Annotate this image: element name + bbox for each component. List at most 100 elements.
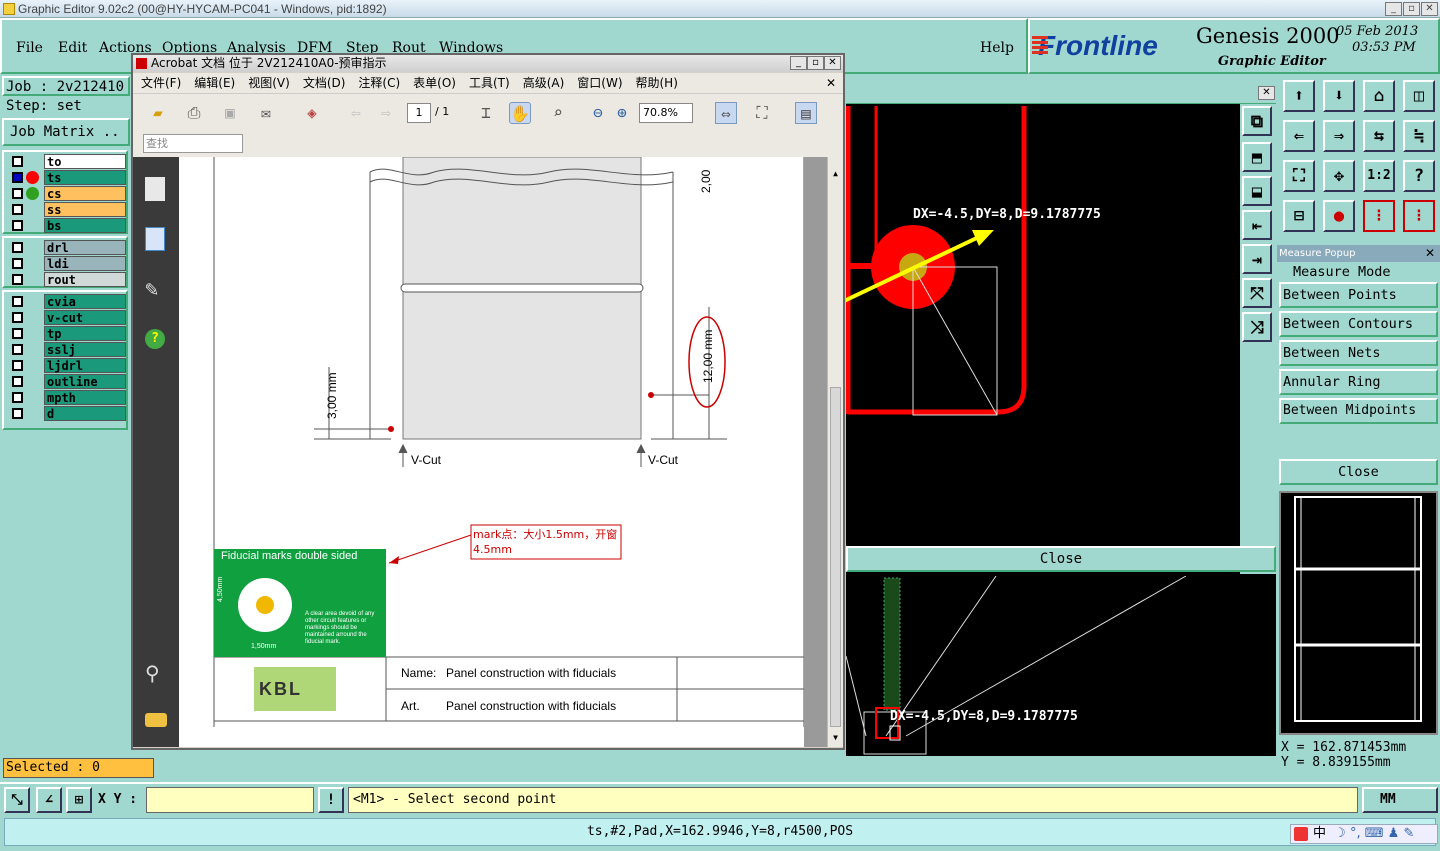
layer-name[interactable]: ljdrl — [44, 358, 126, 373]
layer-checkbox[interactable] — [12, 172, 23, 183]
scale-1-2-icon[interactable]: 1:2 — [1363, 160, 1395, 192]
tool-icon-r2c1[interactable]: ⇐ — [1283, 120, 1315, 152]
home-icon[interactable]: ⌂ — [1363, 80, 1395, 112]
job-field[interactable]: Job : 2v212410 — [2, 76, 130, 96]
acrobat-menu-item[interactable]: 窗口(W) — [577, 76, 622, 90]
pdf-vertical-scrollbar[interactable]: ▲ ▼ — [827, 157, 843, 747]
save-icon[interactable]: ▣ — [219, 102, 241, 124]
layer-row-cs[interactable]: cs — [6, 186, 126, 201]
layer-name[interactable]: d — [44, 406, 126, 421]
measure-active-icon[interactable]: ⁝ — [1403, 200, 1435, 232]
view-tool-icon-3[interactable]: ⬓ — [1242, 176, 1272, 206]
layer-checkbox[interactable] — [12, 328, 23, 339]
measure-annular-ring[interactable]: Annular Ring — [1279, 369, 1438, 395]
page-number-input[interactable]: 1 — [407, 103, 431, 123]
layer-row-bs[interactable]: bs — [6, 218, 126, 233]
minimize-button[interactable]: _ — [1385, 2, 1402, 16]
zoom-out-icon[interactable]: ⊖ — [587, 102, 609, 124]
acrobat-menu-item[interactable]: 工具(T) — [469, 76, 510, 90]
print-icon[interactable]: ⎙ — [183, 102, 205, 124]
measure-popup-close-icon[interactable]: ✕ — [1425, 246, 1435, 260]
layer-name[interactable]: outline — [44, 374, 126, 389]
acrobat-menu-item[interactable]: 帮助(H) — [636, 76, 678, 90]
layer-name[interactable]: v-cut — [44, 310, 126, 325]
view-tool-icon-5[interactable]: ⇥ — [1242, 244, 1272, 274]
measure-popup-close-button[interactable]: Close — [1279, 459, 1438, 485]
view-tool-icon-7[interactable]: ⤨ — [1242, 312, 1272, 342]
pad-icon[interactable]: ● — [1323, 200, 1355, 232]
layer-checkbox[interactable] — [12, 220, 23, 231]
acrobat-menu-item[interactable]: 文件(F) — [141, 76, 181, 90]
acrobat-menu-item[interactable]: 视图(V) — [248, 76, 290, 90]
layer-name[interactable]: rout — [44, 272, 126, 287]
zoom-fit-icon[interactable]: ⛶ — [1283, 160, 1315, 192]
layer-row-rout[interactable]: rout — [6, 272, 126, 287]
layer-name[interactable]: cs — [44, 186, 126, 201]
view-tool-icon-4[interactable]: ⇤ — [1242, 210, 1272, 240]
layer-row-ts[interactable]: ts — [6, 170, 126, 185]
menu-help[interactable]: Help — [980, 40, 1014, 56]
layer-row-sslj[interactable]: sslj — [6, 342, 126, 357]
layer-row-ss[interactable]: ss — [6, 202, 126, 217]
zoom-center-icon[interactable]: ✥ — [1323, 160, 1355, 192]
layer-name[interactable]: tp — [44, 326, 126, 341]
layer-row-v-cut[interactable]: v-cut — [6, 310, 126, 325]
signatures-panel-icon[interactable]: ✎ — [145, 277, 158, 302]
measure-between-points[interactable]: Between Points — [1279, 282, 1438, 308]
layer-row-ljdrl[interactable]: ljdrl — [6, 358, 126, 373]
measure-between-nets[interactable]: Between Nets — [1279, 340, 1438, 366]
fit-width-icon[interactable]: ⇔ — [715, 102, 737, 124]
layer-checkbox[interactable] — [12, 296, 23, 307]
panel-minimap[interactable] — [1279, 491, 1438, 735]
acrobat-close[interactable]: ✕ — [824, 56, 841, 70]
layer-checkbox[interactable] — [12, 242, 23, 253]
maximize-button[interactable]: ▫ — [1403, 2, 1420, 16]
scroll-down-icon[interactable]: ▼ — [829, 733, 842, 745]
graphic-view[interactable]: ✕ DX=-4.5,DY=8,D=9.1787775 ⧉ ⬒ ⬓ ⇤ ⇥ ⤧ ⤨ — [846, 84, 1276, 576]
layer-checkbox[interactable] — [12, 344, 23, 355]
layer-name[interactable]: cvia — [44, 294, 126, 309]
layer-row-d[interactable]: d — [6, 406, 126, 421]
layer-checkbox[interactable] — [12, 204, 23, 215]
select-tool-icon[interactable]: ⌶ — [475, 102, 497, 124]
tool-icon-r1c2[interactable]: ⬇ — [1323, 80, 1355, 112]
acrobat-menu-item[interactable]: 编辑(E) — [194, 76, 235, 90]
close-button[interactable]: ✕ — [1421, 2, 1438, 16]
pages-panel-icon[interactable] — [145, 177, 165, 201]
query-icon[interactable]: ? — [1403, 160, 1435, 192]
layer-checkbox[interactable] — [12, 188, 23, 199]
view-close-button[interactable]: ✕ — [1258, 86, 1275, 100]
layer-name[interactable]: ts — [44, 170, 126, 185]
acrobat-menu-item[interactable]: 表单(O) — [413, 76, 456, 90]
tool-icon-r2c4[interactable]: ≒ — [1403, 120, 1435, 152]
view-tool-icon-2[interactable]: ⬒ — [1242, 142, 1272, 172]
layer-checkbox[interactable] — [12, 392, 23, 403]
layer-name[interactable]: drl — [44, 240, 126, 255]
acrobat-maximize[interactable]: ▫ — [807, 56, 824, 70]
layer-name[interactable]: mpth — [44, 390, 126, 405]
menu-file[interactable]: File — [16, 40, 43, 56]
xy-input[interactable] — [146, 787, 314, 813]
hand-tool-icon[interactable]: ✋ — [509, 102, 531, 124]
scroll-thumb[interactable] — [830, 387, 841, 727]
tray-settings-icon[interactable]: ✎ — [1403, 826, 1414, 841]
prev-page-icon[interactable]: ⇦ — [345, 102, 367, 124]
open-icon[interactable]: ▰ — [147, 102, 169, 124]
snap-icon[interactable]: ⤡ — [4, 787, 30, 813]
bookmarks-panel-icon[interactable] — [145, 227, 165, 251]
layer-name[interactable]: sslj — [44, 342, 126, 357]
layer-checkbox[interactable] — [12, 312, 23, 323]
comments-panel-icon[interactable] — [145, 713, 167, 727]
tool-icon-r2c2[interactable]: ⇒ — [1323, 120, 1355, 152]
view-tool-icon-6[interactable]: ⤧ — [1242, 278, 1272, 308]
create-pdf-icon[interactable]: ◈ — [301, 102, 323, 124]
acrobat-menu-item[interactable]: 注释(C) — [358, 76, 400, 90]
tool-icon-r1c1[interactable]: ⬆ — [1283, 80, 1315, 112]
layer-name[interactable]: to — [44, 154, 126, 169]
tray-moon-icon[interactable]: ☽ — [1334, 826, 1346, 841]
measure-icon[interactable]: ⁝ — [1363, 200, 1395, 232]
angle-icon[interactable]: ∠ — [36, 787, 62, 813]
layer-name[interactable]: ldi — [44, 256, 126, 271]
layer-name[interactable]: bs — [44, 218, 126, 233]
layer-checkbox[interactable] — [12, 258, 23, 269]
